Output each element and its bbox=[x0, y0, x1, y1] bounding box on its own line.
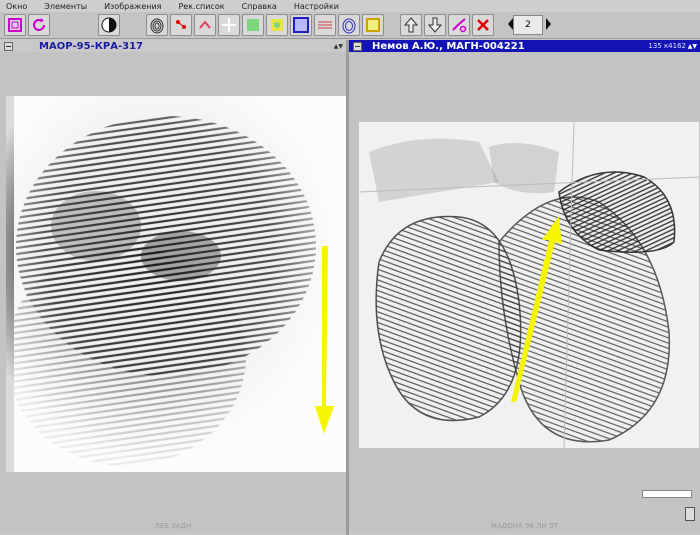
contrast-icon bbox=[101, 17, 117, 33]
blue-fingerprint-icon bbox=[342, 18, 356, 34]
menu-item-window[interactable]: Окно bbox=[6, 2, 27, 11]
rotate-button[interactable] bbox=[28, 14, 50, 36]
select-frame-icon bbox=[8, 18, 22, 32]
menu-bar: Окно Элементы Изображения Рек.список Спр… bbox=[0, 0, 700, 12]
arrow-up-icon bbox=[403, 17, 419, 33]
select-frame-button[interactable] bbox=[4, 14, 26, 36]
delete-button[interactable] bbox=[472, 14, 494, 36]
settings-mini-icon[interactable] bbox=[685, 507, 695, 521]
left-panel-status: ЛЕВ ЗАДН bbox=[154, 522, 192, 530]
yellow-tool-button[interactable] bbox=[266, 14, 288, 36]
right-panel-header: Немов А.Ю., МАГН-004221 135 к4162 ▲▼ bbox=[349, 40, 700, 52]
green-icon bbox=[247, 19, 259, 31]
overview-scrollbar[interactable] bbox=[642, 490, 692, 498]
right-palmprint-image[interactable] bbox=[359, 122, 699, 448]
menu-item-rec-list[interactable]: Рек.список bbox=[178, 2, 224, 11]
red-hatch-button[interactable] bbox=[314, 14, 336, 36]
left-panel-header: МАОР-95-КРА-317 ▲▼ bbox=[0, 40, 346, 52]
right-panel-close-button[interactable] bbox=[353, 41, 362, 51]
left-panel-title: МАОР-95-КРА-317 bbox=[39, 40, 144, 52]
contrast-button[interactable] bbox=[98, 14, 120, 36]
right-panel-title: Немов А.Ю., МАГН-004221 bbox=[372, 40, 525, 52]
left-fingerprint-image[interactable] bbox=[6, 96, 346, 472]
rotate-icon bbox=[33, 18, 45, 31]
yellow-frame-icon bbox=[366, 18, 380, 32]
arrow-down-icon bbox=[427, 17, 443, 33]
blue-fingerprint-button[interactable] bbox=[338, 14, 360, 36]
minutiae-red-icon bbox=[176, 20, 186, 29]
minutiae-red-button[interactable] bbox=[170, 14, 192, 36]
blue-frame-button[interactable] bbox=[290, 14, 312, 36]
right-panel-status: МАДОНА 96 ЛН ЭТ bbox=[490, 522, 559, 530]
right-panel-resize-icon[interactable]: ▲▼ bbox=[688, 43, 697, 50]
menu-item-elements[interactable]: Элементы bbox=[44, 2, 87, 11]
next-page-arrow[interactable] bbox=[546, 18, 551, 30]
minutiae-pink-button[interactable] bbox=[194, 14, 216, 36]
link-button[interactable] bbox=[448, 14, 470, 36]
right-panel-meta: 135 к4162 bbox=[648, 42, 686, 50]
link-icon bbox=[452, 18, 467, 33]
menu-item-settings[interactable]: Настройки bbox=[294, 2, 339, 11]
arrow-up-button[interactable] bbox=[400, 14, 422, 36]
fingerprint-button[interactable] bbox=[146, 14, 168, 36]
minutiae-pink-icon bbox=[199, 20, 211, 29]
page-number-field[interactable]: 2 bbox=[513, 15, 543, 35]
yellow-icon bbox=[271, 19, 283, 31]
blue-frame-icon bbox=[293, 17, 309, 33]
fingerprint-icon bbox=[150, 18, 164, 34]
menu-item-images[interactable]: Изображения bbox=[104, 2, 161, 11]
green-tool-button[interactable] bbox=[242, 14, 264, 36]
right-image-panel: Немов А.Ю., МАГН-004221 135 к4162 ▲▼ МАД… bbox=[349, 40, 700, 532]
toolbar: 2 bbox=[0, 12, 700, 39]
yellow-frame-button[interactable] bbox=[362, 14, 384, 36]
crosshair-icon bbox=[222, 18, 236, 32]
crosshair-button[interactable] bbox=[218, 14, 240, 36]
menu-item-help[interactable]: Справка bbox=[242, 2, 277, 11]
delete-icon bbox=[477, 19, 489, 31]
left-panel-resize-icon[interactable]: ▲▼ bbox=[334, 43, 343, 50]
left-image-panel: МАОР-95-КРА-317 ▲▼ ЛЕВ ЗАДН bbox=[0, 40, 346, 532]
arrow-down-button[interactable] bbox=[424, 14, 446, 36]
red-hatch-icon bbox=[318, 21, 332, 29]
left-panel-close-button[interactable] bbox=[4, 41, 13, 51]
